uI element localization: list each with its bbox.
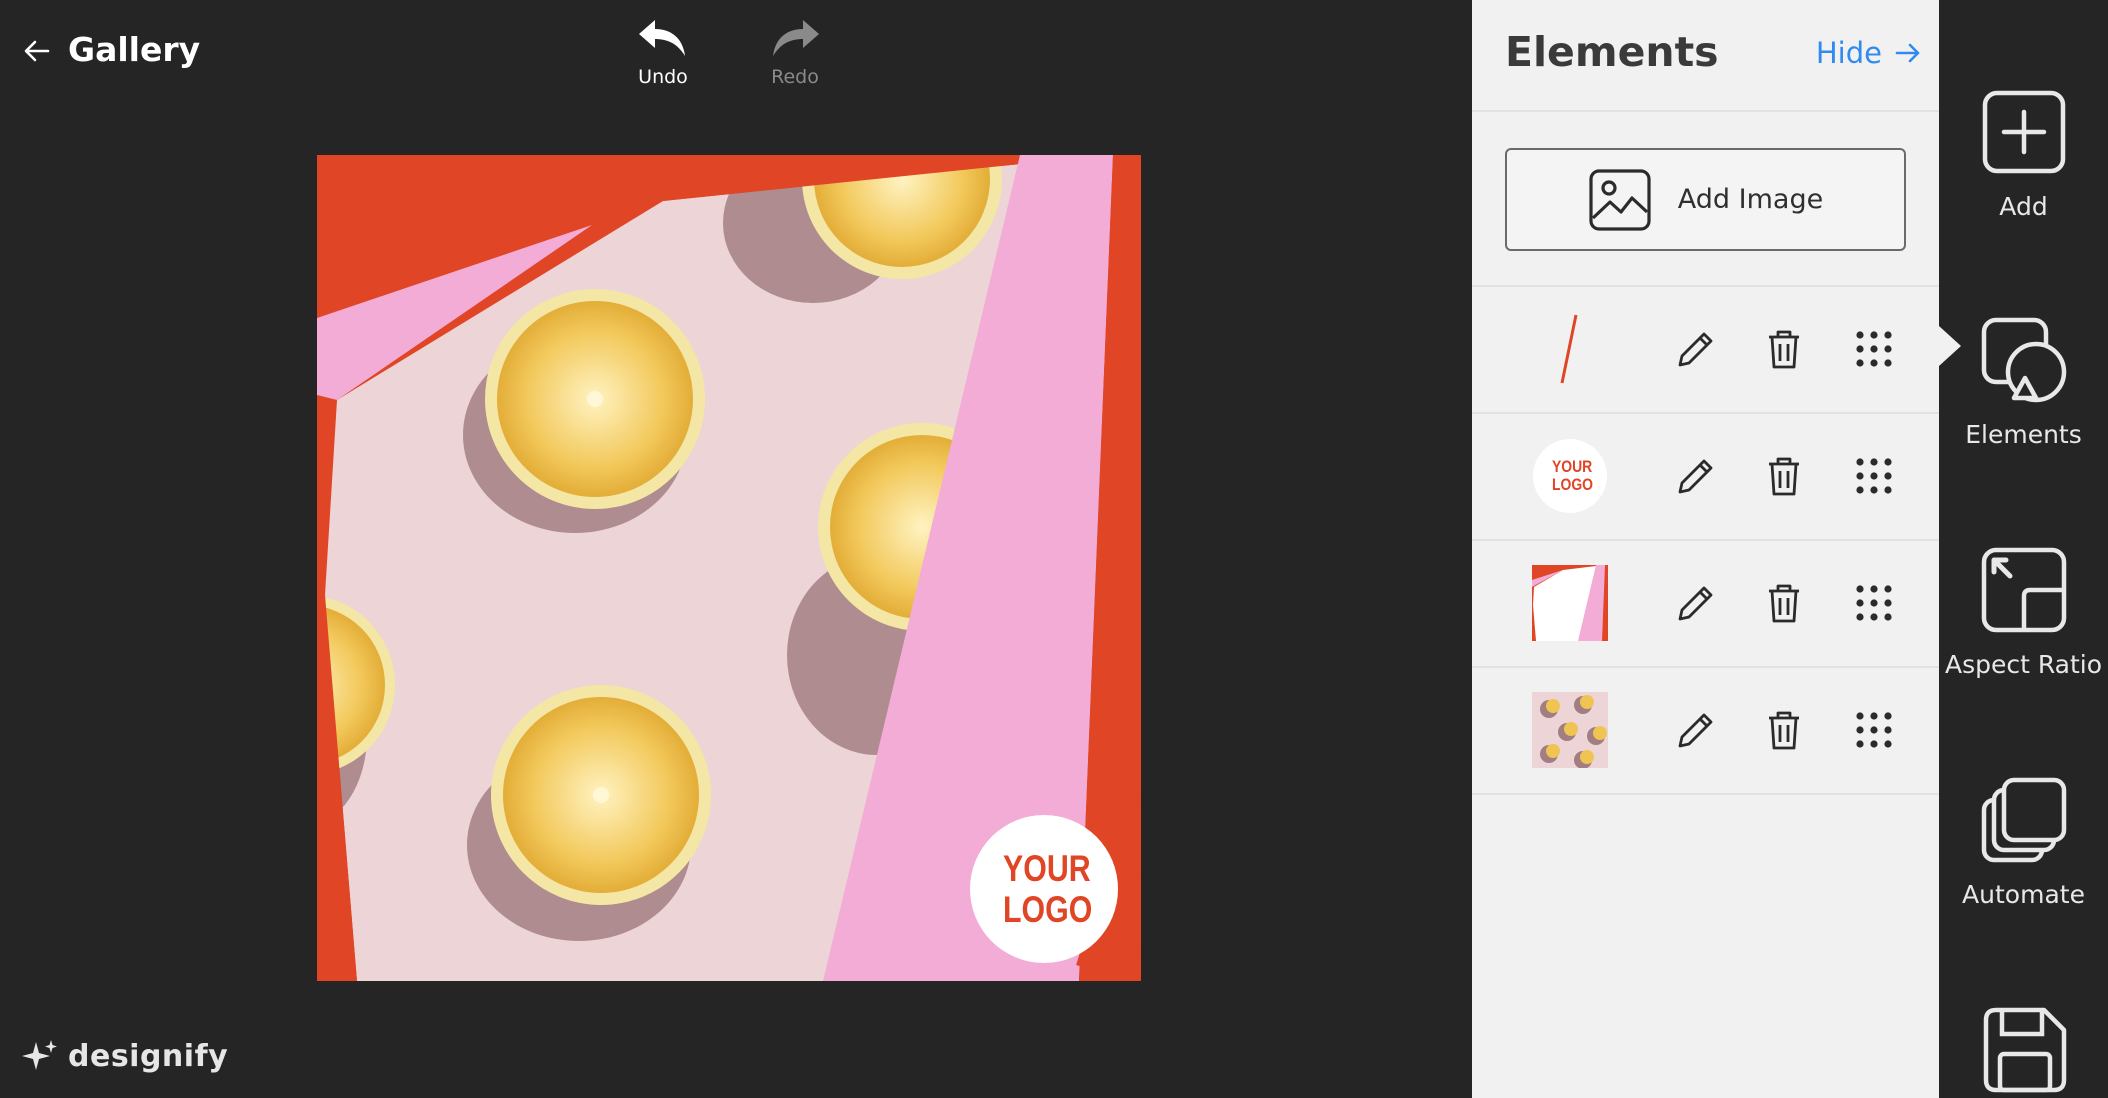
tool-elements[interactable]: Elements [1939, 314, 2108, 449]
arrow-left-icon[interactable] [22, 36, 52, 66]
drag-dots-icon[interactable] [1850, 579, 1898, 627]
add-image-button[interactable]: Add Image [1505, 148, 1906, 251]
panel-title: Elements [1505, 28, 1719, 76]
gallery-back-link[interactable]: Gallery [68, 30, 200, 69]
logo-badge[interactable]: YOUR LOGO [970, 815, 1118, 963]
tool-save[interactable] [1939, 1004, 2108, 1096]
pencil-icon[interactable] [1672, 452, 1720, 500]
brand-name: designify [68, 1038, 229, 1074]
drag-dots-icon[interactable] [1850, 706, 1898, 754]
drag-dots-icon[interactable] [1850, 452, 1898, 500]
right-toolbar: Add Elements Aspect Ratio Automate [1939, 0, 2108, 1098]
layer-row[interactable] [1472, 287, 1939, 414]
stack-icon [1981, 777, 2066, 863]
logo-text: YOUR LOGO [1003, 848, 1093, 930]
image-icon [1589, 168, 1651, 231]
tool-automate[interactable]: Automate [1939, 774, 2108, 909]
trash-icon[interactable] [1760, 706, 1808, 754]
layer-thumbnail-photo [1532, 692, 1608, 768]
redo-label: Redo [771, 66, 819, 88]
tool-add-label: Add [1999, 192, 2048, 221]
redo-icon [773, 20, 819, 56]
panel-header: Elements Hide [1472, 0, 1939, 112]
pencil-icon[interactable] [1672, 706, 1720, 754]
layer-row[interactable] [1472, 668, 1939, 795]
tool-add[interactable]: Add [1939, 86, 2108, 221]
plus-square-icon [1982, 90, 2065, 174]
logo-thumb-text: YOUR LOGO [1551, 457, 1594, 494]
shapes-icon [1981, 317, 2066, 403]
trash-icon[interactable] [1760, 325, 1808, 373]
hide-panel-button[interactable]: Hide [1816, 36, 1922, 70]
designify-brand: designify [20, 1036, 228, 1076]
undo-icon [639, 20, 685, 56]
redo-button[interactable]: Redo [750, 18, 840, 98]
undo-button[interactable]: Undo [618, 18, 708, 98]
layer-row[interactable]: YOUR LOGO [1472, 414, 1939, 541]
hide-label: Hide [1815, 36, 1882, 70]
aspect-ratio-icon [1981, 547, 2066, 633]
tool-elements-label: Elements [1965, 420, 2082, 449]
tool-aspect-ratio[interactable]: Aspect Ratio [1939, 544, 2108, 679]
layer-thumbnail-logo: YOUR LOGO [1532, 438, 1608, 514]
add-image-label: Add Image [1677, 184, 1824, 215]
layer-thumbnail-text [1532, 311, 1608, 387]
tool-automate-label: Automate [1962, 880, 2085, 909]
trash-icon[interactable] [1760, 579, 1808, 627]
save-icon [1983, 1007, 2066, 1093]
arrow-right-icon [1895, 43, 1920, 63]
drag-dots-icon[interactable] [1850, 325, 1898, 373]
pencil-icon[interactable] [1672, 325, 1720, 373]
layer-thumbnail-shapes [1532, 565, 1608, 641]
add-image-section: Add Image [1472, 112, 1939, 287]
design-canvas[interactable]: YOUR BUSINESS YOUR LOGO [317, 155, 1141, 981]
tool-aspect-ratio-label: Aspect Ratio [1944, 650, 2103, 679]
sparkle-icon [22, 1040, 57, 1070]
lemon-slice [491, 685, 711, 905]
lemon-slice [485, 289, 705, 509]
pencil-icon[interactable] [1672, 579, 1720, 627]
trash-icon[interactable] [1760, 452, 1808, 500]
active-tool-pointer [1939, 326, 1961, 366]
elements-panel: Elements Hide Add Image YOUR LOGO [1472, 0, 1939, 1098]
layer-row[interactable] [1472, 541, 1939, 668]
undo-label: Undo [638, 66, 688, 88]
